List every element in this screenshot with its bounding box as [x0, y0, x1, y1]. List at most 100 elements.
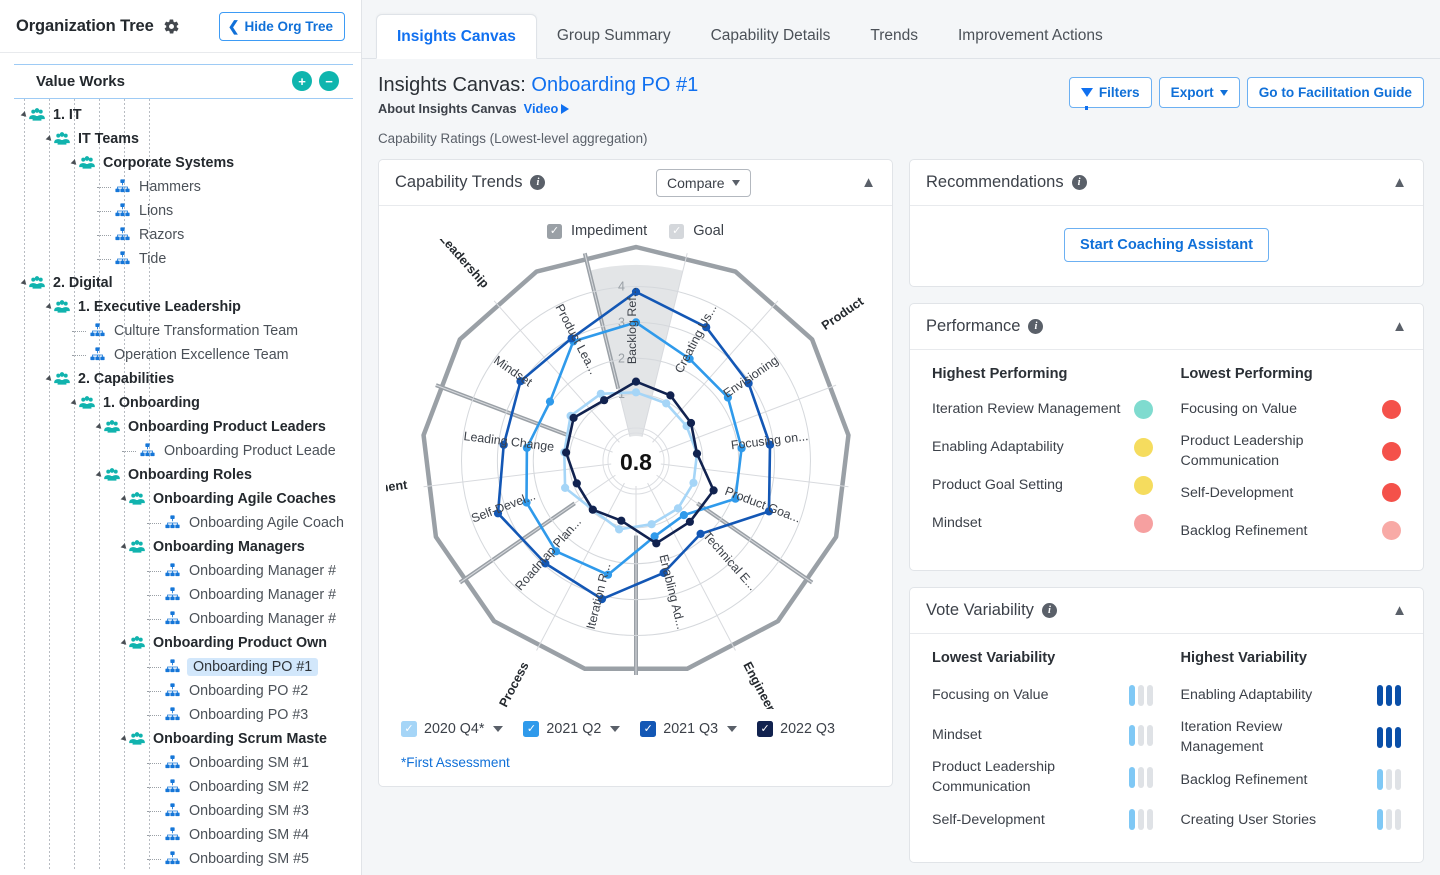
variability-bar: [1146, 766, 1153, 788]
chevron-down-icon[interactable]: [610, 726, 621, 732]
tree-node[interactable]: Onboarding PO #3: [0, 703, 361, 727]
year-toggle-2020q4[interactable]: ✓ 2020 Q4*: [401, 721, 504, 737]
radar-data-point[interactable]: [679, 511, 688, 520]
radar-data-point[interactable]: [631, 377, 640, 386]
tree-node[interactable]: Hammers: [0, 175, 361, 199]
radar-data-point[interactable]: [665, 391, 674, 400]
hide-org-tree-button[interactable]: ❮ Hide Org Tree: [218, 11, 345, 41]
tab-insights-canvas[interactable]: Insights Canvas: [376, 14, 537, 59]
chevron-down-icon[interactable]: [727, 726, 738, 732]
tree-node[interactable]: Onboarding Product Own: [0, 631, 361, 655]
tree-node[interactable]: 1. Executive Leadership: [0, 295, 361, 319]
tree-node[interactable]: Onboarding PO #2: [0, 679, 361, 703]
checkbox-icon[interactable]: ✓: [401, 721, 417, 737]
radar-data-point[interactable]: [545, 397, 554, 406]
gear-icon[interactable]: [163, 18, 180, 35]
info-icon[interactable]: i: [1071, 175, 1087, 190]
tree-node[interactable]: Operation Excellence Team: [0, 343, 361, 367]
chevron-down-icon[interactable]: [493, 726, 504, 732]
collapse-capability-trends-icon[interactable]: ▲: [861, 175, 876, 190]
toggle-goal[interactable]: ✓ Goal: [669, 223, 724, 239]
radar-data-point[interactable]: [616, 516, 625, 525]
radar-data-point[interactable]: [569, 413, 578, 422]
tree-node[interactable]: Razors: [0, 223, 361, 247]
org-unit-icon: [164, 682, 182, 700]
variability-bar: [1146, 684, 1153, 706]
tree-node[interactable]: 1. Onboarding: [0, 391, 361, 415]
video-link[interactable]: Video: [524, 101, 570, 116]
remove-node-button[interactable]: −: [319, 71, 339, 91]
checkbox-icon[interactable]: ✓: [669, 223, 685, 239]
org-tree-scroll[interactable]: Value Works + − 1. IT IT Teams Corporate S…: [0, 53, 361, 875]
tree-node[interactable]: Onboarding Managers: [0, 535, 361, 559]
tree-node[interactable]: Onboarding Roles: [0, 463, 361, 487]
tree-node[interactable]: Onboarding Product Leade: [0, 439, 361, 463]
radar-data-point[interactable]: [599, 396, 608, 405]
radar-data-point[interactable]: [588, 505, 597, 514]
tree-node[interactable]: Onboarding Scrum Maste: [0, 727, 361, 751]
tree-node-label: Onboarding Manager #: [189, 563, 337, 579]
toggle-impediment[interactable]: ✓ Impediment: [546, 223, 647, 239]
radar-data-point[interactable]: [673, 504, 682, 513]
start-coaching-assistant-button[interactable]: Start Coaching Assistant: [1064, 228, 1269, 262]
info-icon[interactable]: i: [1041, 603, 1057, 619]
collapse-recommendations-icon[interactable]: ▲: [1392, 175, 1407, 190]
year-toggle-2021q2[interactable]: ✓ 2021 Q2: [523, 721, 621, 737]
radar-data-point[interactable]: [560, 483, 569, 492]
tree-node[interactable]: Onboarding Manager #: [0, 607, 361, 631]
export-button[interactable]: Export: [1158, 77, 1240, 108]
tree-node[interactable]: Onboarding Manager #: [0, 583, 361, 607]
collapse-performance-icon[interactable]: ▲: [1392, 319, 1407, 334]
tree-node[interactable]: Onboarding SM #3: [0, 799, 361, 823]
radar-data-point[interactable]: [685, 517, 694, 526]
tree-node[interactable]: Onboarding Manager #: [0, 559, 361, 583]
tree-node[interactable]: IT Teams: [0, 127, 361, 151]
tree-node[interactable]: Onboarding Agile Coach: [0, 511, 361, 535]
tree-node[interactable]: Onboarding Product Leaders: [0, 415, 361, 439]
tree-node[interactable]: Corporate Systems: [0, 151, 361, 175]
radar-data-point[interactable]: [692, 449, 701, 458]
radar-data-point[interactable]: [561, 448, 570, 457]
radar-data-point[interactable]: [661, 399, 670, 408]
tree-node[interactable]: Onboarding Agile Coaches: [0, 487, 361, 511]
tree-node[interactable]: Onboarding SM #1: [0, 751, 361, 775]
radar-data-point[interactable]: [651, 539, 660, 548]
filters-button[interactable]: Filters: [1068, 77, 1152, 110]
info-icon[interactable]: i: [530, 175, 546, 190]
tree-node[interactable]: 1. IT: [0, 103, 361, 127]
add-node-button[interactable]: +: [292, 71, 312, 91]
radar-data-point[interactable]: [572, 479, 581, 488]
checkbox-icon[interactable]: ✓: [523, 721, 540, 737]
radar-data-point[interactable]: [709, 486, 718, 495]
tab-capability-details[interactable]: Capability Details: [691, 13, 851, 58]
year-toggle-2022q3[interactable]: ✓ 2022 Q3: [757, 721, 835, 737]
info-icon[interactable]: i: [1028, 319, 1044, 334]
tree-node[interactable]: Culture Transformation Team: [0, 319, 361, 343]
radar-data-point[interactable]: [647, 520, 656, 529]
team-group-icon: [78, 154, 96, 172]
collapse-vote-variability-icon[interactable]: ▲: [1392, 603, 1407, 618]
checkbox-icon[interactable]: ✓: [640, 721, 657, 737]
compare-button[interactable]: Compare: [656, 168, 751, 197]
tab-improvement-actions[interactable]: Improvement Actions: [938, 13, 1123, 58]
tree-node-selected[interactable]: Onboarding PO #1: [0, 655, 361, 679]
tree-root-row[interactable]: Value Works + −: [14, 64, 353, 99]
radar-data-point[interactable]: [688, 478, 698, 487]
year-toggle-2021q3[interactable]: ✓ 2021 Q3: [640, 721, 738, 737]
radar-data-point[interactable]: [631, 388, 640, 397]
tree-node[interactable]: Onboarding SM #4: [0, 823, 361, 847]
tab-group-summary[interactable]: Group Summary: [537, 13, 691, 58]
checkbox-icon[interactable]: ✓: [757, 721, 774, 737]
tree-node[interactable]: 2. Capabilities: [0, 367, 361, 391]
facilitation-guide-button[interactable]: Go to Facilitation Guide: [1246, 77, 1424, 108]
tab-trends[interactable]: Trends: [850, 13, 938, 58]
checkbox-icon[interactable]: ✓: [546, 223, 562, 239]
radar-data-point[interactable]: [614, 525, 623, 534]
tree-node[interactable]: Tide: [0, 247, 361, 271]
tree-node[interactable]: Onboarding SM #2: [0, 775, 361, 799]
tree-node[interactable]: 2. Digital: [0, 271, 361, 295]
tree-node[interactable]: Lions: [0, 199, 361, 223]
org-unit-icon: [164, 754, 182, 772]
tree-node[interactable]: Onboarding SM #5: [0, 847, 361, 871]
radar-data-point[interactable]: [686, 418, 695, 428]
